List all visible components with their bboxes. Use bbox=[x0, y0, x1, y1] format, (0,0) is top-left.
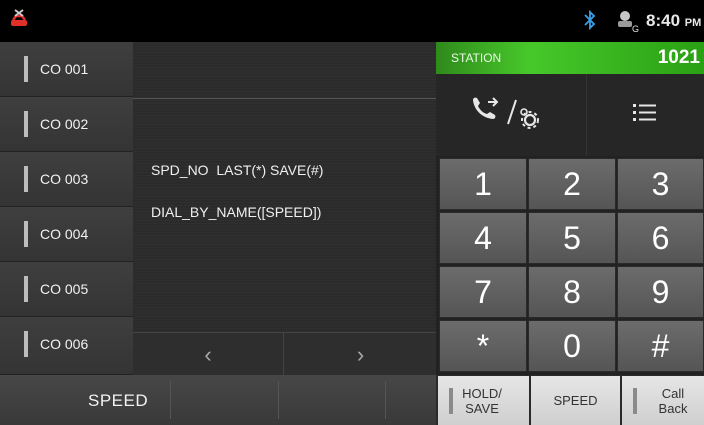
hold-save-label-1: HOLD/ bbox=[462, 386, 502, 401]
display-divider bbox=[133, 98, 436, 99]
key-1[interactable]: 1 bbox=[439, 158, 527, 210]
co-line-label: CO 003 bbox=[40, 171, 89, 187]
co-line-button[interactable]: CO 006 bbox=[0, 317, 133, 375]
co-line-button[interactable]: CO 002 bbox=[0, 97, 133, 152]
dial-keypad: 1 2 3 4 5 6 7 8 9 * 0 # bbox=[436, 156, 704, 375]
key-star[interactable]: * bbox=[439, 320, 527, 372]
clock: 8:40 PM bbox=[646, 11, 701, 31]
key-8[interactable]: 8 bbox=[528, 266, 616, 318]
key-5[interactable]: 5 bbox=[528, 212, 616, 264]
speed-button-label: SPEED bbox=[553, 393, 598, 408]
display-line-1: SPD_NO LAST(*) SAVE(#) bbox=[151, 162, 324, 178]
display-line-2: DIAL_BY_NAME([SPEED]) bbox=[151, 204, 322, 220]
button-indicator bbox=[449, 388, 453, 414]
call-forward-settings-icon bbox=[473, 97, 539, 129]
line-indicator bbox=[24, 331, 28, 357]
key-4[interactable]: 4 bbox=[439, 212, 527, 264]
bluetooth-icon bbox=[584, 10, 596, 30]
speed-button[interactable]: SPEED bbox=[531, 376, 620, 425]
prev-page-button[interactable]: ‹ bbox=[133, 333, 284, 376]
co-line-label: CO 005 bbox=[40, 281, 89, 297]
list-icon bbox=[633, 104, 656, 121]
key-7[interactable]: 7 bbox=[439, 266, 527, 318]
key-hash[interactable]: # bbox=[617, 320, 704, 372]
function-row bbox=[436, 74, 704, 156]
co-line-label: CO 002 bbox=[40, 116, 89, 132]
call-settings-button[interactable] bbox=[436, 74, 586, 156]
network-g-icon: G bbox=[618, 11, 639, 34]
co-line-button[interactable]: CO 001 bbox=[0, 42, 133, 97]
call-back-label-2: Back bbox=[658, 401, 688, 416]
line-indicator bbox=[24, 276, 28, 302]
speed-dial-button[interactable]: SPEED bbox=[0, 375, 436, 425]
svg-text:G: G bbox=[632, 24, 639, 34]
line-indicator bbox=[24, 56, 28, 82]
divider bbox=[170, 381, 171, 419]
key-2[interactable]: 2 bbox=[528, 158, 616, 210]
clock-ampm: PM bbox=[684, 17, 702, 29]
hold-save-label-2: SAVE bbox=[465, 401, 499, 416]
line-indicator bbox=[24, 111, 28, 137]
display-nav: ‹ › bbox=[133, 332, 436, 376]
key-0[interactable]: 0 bbox=[528, 320, 616, 372]
call-back-label-1: Call bbox=[661, 386, 685, 401]
co-line-list: CO 001 CO 002 CO 003 CO 004 CO 005 CO 00… bbox=[0, 42, 133, 375]
station-number: 1021 bbox=[657, 47, 700, 68]
co-line-button[interactable]: CO 003 bbox=[0, 152, 133, 207]
co-line-label: CO 001 bbox=[40, 61, 89, 77]
clock-time: 8:40 bbox=[646, 11, 681, 30]
co-line-button[interactable]: CO 004 bbox=[0, 207, 133, 262]
hold-save-button[interactable]: HOLD/ SAVE bbox=[438, 376, 529, 425]
divider bbox=[385, 381, 386, 419]
call-back-button[interactable]: Call Back bbox=[622, 376, 704, 425]
key-6[interactable]: 6 bbox=[617, 212, 704, 264]
button-indicator bbox=[633, 388, 637, 414]
line-indicator bbox=[24, 166, 28, 192]
line-indicator bbox=[24, 221, 28, 247]
co-line-label: CO 006 bbox=[40, 336, 89, 352]
co-line-label: CO 004 bbox=[40, 226, 89, 242]
co-line-button[interactable]: CO 005 bbox=[0, 262, 133, 317]
next-page-button[interactable]: › bbox=[285, 333, 436, 376]
speed-dial-label: SPEED bbox=[88, 391, 149, 410]
station-header: STATION 1021 bbox=[436, 42, 704, 74]
menu-list-button[interactable] bbox=[586, 74, 704, 156]
lcd-display: SPD_NO LAST(*) SAVE(#) DIAL_BY_NAME([SPE… bbox=[133, 42, 436, 332]
key-3[interactable]: 3 bbox=[617, 158, 704, 210]
phone-hook-icon bbox=[11, 9, 27, 26]
key-9[interactable]: 9 bbox=[617, 266, 704, 318]
divider bbox=[278, 381, 279, 419]
status-bar: G 8:40 PM bbox=[0, 0, 704, 42]
station-label: STATION bbox=[451, 51, 502, 65]
